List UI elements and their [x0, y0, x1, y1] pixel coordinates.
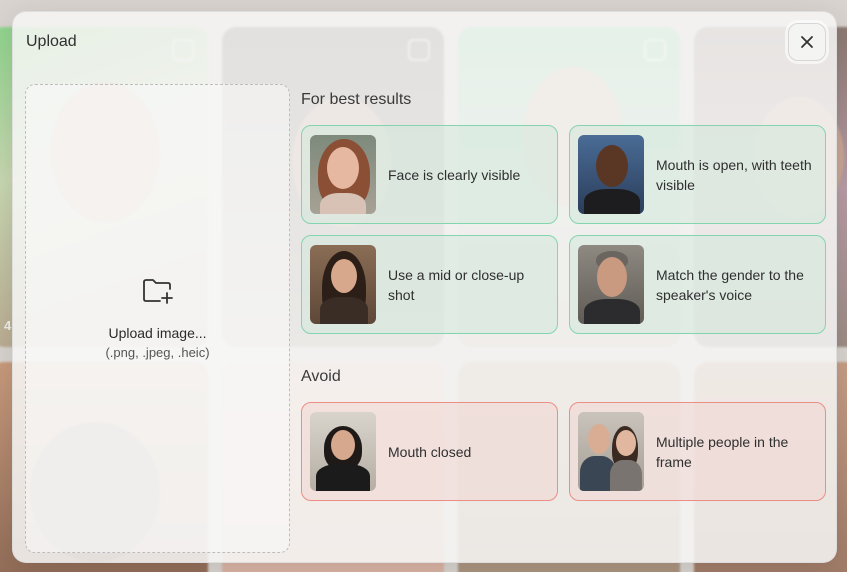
modal-title: Upload: [26, 33, 77, 50]
tip-photo: [578, 245, 644, 324]
avoid-text: Multiple people in the frame: [656, 433, 789, 470]
tip-photo: [310, 245, 376, 324]
tip-card-face-visible: Face is clearly visible: [301, 125, 558, 224]
avoid-card-mouth-closed: Mouth closed: [301, 402, 558, 501]
upload-dropzone[interactable]: Upload image... (.png, .jpeg, .heic): [25, 84, 290, 553]
gallery-count: 4: [4, 318, 12, 333]
tip-text: Match the gender to the speaker's voice: [656, 266, 804, 303]
tip-card-match-gender: Match the gender to the speaker's voice: [569, 235, 826, 334]
upload-modal: Upload Upload image... (.png, .jpeg, .he…: [12, 11, 837, 563]
upload-formats: (.png, .jpeg, .heic): [105, 345, 210, 360]
avoid-photo: [578, 412, 644, 491]
close-icon: [801, 36, 813, 48]
close-button[interactable]: [788, 23, 826, 61]
folder-plus-icon: [142, 279, 173, 304]
tip-card-mid-closeup: Use a mid or close-up shot: [301, 235, 558, 334]
tip-photo: [310, 135, 376, 214]
avoid-text: Mouth closed: [388, 443, 472, 460]
tip-card-mouth-open: Mouth is open, with teeth visible: [569, 125, 826, 224]
tip-text: Mouth is open, with teeth visible: [656, 156, 812, 193]
avoid-photo: [310, 412, 376, 491]
tip-text: Face is clearly visible: [388, 166, 521, 183]
avoid-card-multiple-people: Multiple people in the frame: [569, 402, 826, 501]
tip-text: Use a mid or close-up shot: [388, 266, 525, 303]
best-results-title: For best results: [301, 91, 412, 108]
upload-label: Upload image...: [108, 325, 207, 341]
avoid-title: Avoid: [301, 368, 341, 385]
tip-photo: [578, 135, 644, 214]
